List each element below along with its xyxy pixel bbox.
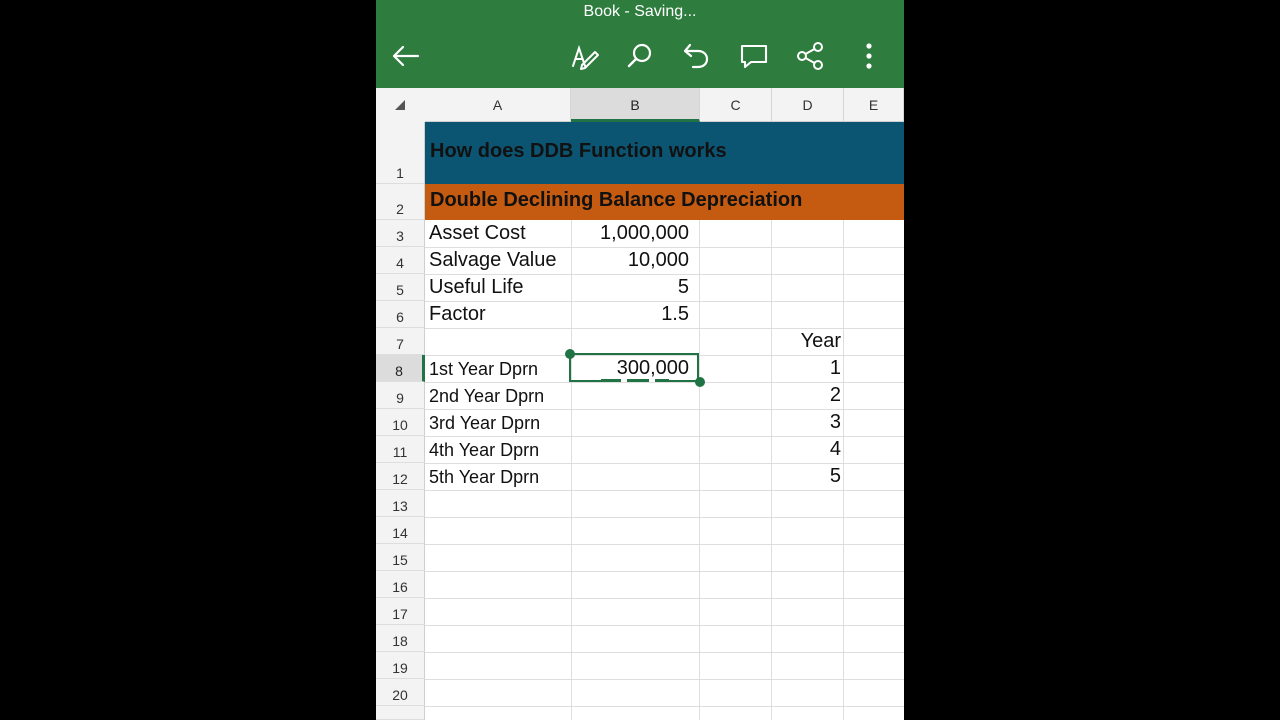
input-value[interactable]: 1,000,000 bbox=[573, 222, 689, 245]
year-value[interactable]: 4 bbox=[773, 438, 841, 461]
arrow-left-icon[interactable] bbox=[388, 38, 424, 74]
input-label[interactable]: Factor bbox=[429, 303, 486, 326]
grid-line bbox=[425, 274, 904, 275]
input-value[interactable]: 10,000 bbox=[573, 249, 689, 272]
row-header-4[interactable]: 4 bbox=[376, 247, 425, 274]
row-header-11[interactable]: 11 bbox=[376, 436, 425, 463]
row-header-13[interactable]: 13 bbox=[376, 490, 425, 517]
row-header-7[interactable]: 7 bbox=[376, 328, 425, 355]
row-header-2[interactable]: 2 bbox=[376, 184, 425, 220]
row-header-3[interactable]: 3 bbox=[376, 220, 425, 247]
row-header-17[interactable]: 17 bbox=[376, 598, 425, 625]
column-header-e[interactable]: E bbox=[844, 88, 904, 122]
grid-line bbox=[425, 706, 904, 707]
row-header-5[interactable]: 5 bbox=[376, 274, 425, 301]
grid-line bbox=[425, 328, 904, 329]
selection-handle-top-left[interactable] bbox=[565, 349, 575, 359]
grid-line bbox=[425, 409, 904, 410]
schedule-label[interactable]: 3rd Year Dprn bbox=[429, 413, 540, 434]
pen-icon[interactable] bbox=[566, 38, 602, 74]
year-value[interactable]: 2 bbox=[773, 384, 841, 407]
grid-line bbox=[425, 625, 904, 626]
row-header-8[interactable]: 8 bbox=[376, 355, 425, 382]
grid-line bbox=[425, 490, 904, 491]
column-header-b[interactable]: B bbox=[571, 88, 700, 122]
schedule-label[interactable]: 4th Year Dprn bbox=[429, 440, 539, 461]
row-header-21[interactable] bbox=[376, 706, 425, 720]
column-header-a[interactable]: A bbox=[425, 88, 571, 122]
grid-line bbox=[425, 463, 904, 464]
app-bar: Book - Saving... bbox=[376, 0, 904, 88]
grid-line bbox=[425, 679, 904, 680]
row-header-20[interactable]: 20 bbox=[376, 679, 425, 706]
sheet-title: How does DDB Function works bbox=[430, 140, 727, 162]
selection-handle-bottom-right[interactable] bbox=[695, 377, 705, 387]
title-band[interactable]: How does DDB Function works bbox=[425, 122, 904, 184]
year-value[interactable]: 1 bbox=[773, 357, 841, 380]
undo-icon[interactable] bbox=[678, 38, 714, 74]
row-header-16[interactable]: 16 bbox=[376, 571, 425, 598]
year-value[interactable]: 3 bbox=[773, 411, 841, 434]
schedule-label[interactable]: 5th Year Dprn bbox=[429, 467, 539, 488]
grid-line bbox=[425, 652, 904, 653]
grid-line bbox=[425, 436, 904, 437]
search-icon[interactable] bbox=[622, 38, 658, 74]
spreadsheet-grid[interactable]: A B C D E 1 2 3 4 5 6 7 8 9 10 11 12 13 … bbox=[376, 88, 904, 720]
select-all-corner[interactable] bbox=[376, 88, 426, 123]
row-header-18[interactable]: 18 bbox=[376, 625, 425, 652]
input-label[interactable]: Salvage Value bbox=[429, 249, 557, 272]
more-vertical-icon[interactable] bbox=[851, 38, 887, 74]
column-header-c[interactable]: C bbox=[700, 88, 772, 122]
year-header[interactable]: Year bbox=[773, 330, 841, 353]
grid-line bbox=[425, 301, 904, 302]
grid-line bbox=[425, 571, 904, 572]
sheet-subtitle: Double Declining Balance Depreciation bbox=[430, 189, 803, 211]
row-header-1[interactable]: 1 bbox=[376, 122, 425, 184]
phone-screen: Book - Saving... A B C D E 1 2 3 4 5 6 7… bbox=[376, 0, 904, 720]
document-title: Book - Saving... bbox=[583, 3, 697, 20]
row-header-15[interactable]: 15 bbox=[376, 544, 425, 571]
grid-line bbox=[425, 598, 904, 599]
schedule-label[interactable]: 1st Year Dprn bbox=[429, 359, 538, 380]
input-label[interactable]: Useful Life bbox=[429, 276, 524, 299]
copy-marquee bbox=[601, 379, 669, 382]
year-value[interactable]: 5 bbox=[773, 465, 841, 488]
column-header-d[interactable]: D bbox=[772, 88, 844, 122]
row-header-12[interactable]: 12 bbox=[376, 463, 425, 490]
subtitle-band[interactable]: Double Declining Balance Depreciation bbox=[425, 184, 904, 220]
grid-line bbox=[425, 544, 904, 545]
input-value[interactable]: 5 bbox=[573, 276, 689, 299]
schedule-label[interactable]: 2nd Year Dprn bbox=[429, 386, 544, 407]
row-header-19[interactable]: 19 bbox=[376, 652, 425, 679]
row-header-10[interactable]: 10 bbox=[376, 409, 425, 436]
row-header-9[interactable]: 9 bbox=[376, 382, 425, 409]
comment-icon[interactable] bbox=[736, 38, 772, 74]
grid-line bbox=[425, 382, 904, 383]
grid-line bbox=[425, 247, 904, 248]
input-label[interactable]: Asset Cost bbox=[429, 222, 526, 245]
selected-cell-b8[interactable] bbox=[569, 353, 699, 382]
row-header-6[interactable]: 6 bbox=[376, 301, 425, 328]
share-icon[interactable] bbox=[792, 38, 828, 74]
input-value[interactable]: 1.5 bbox=[573, 303, 689, 326]
grid-line bbox=[425, 517, 904, 518]
row-header-14[interactable]: 14 bbox=[376, 517, 425, 544]
